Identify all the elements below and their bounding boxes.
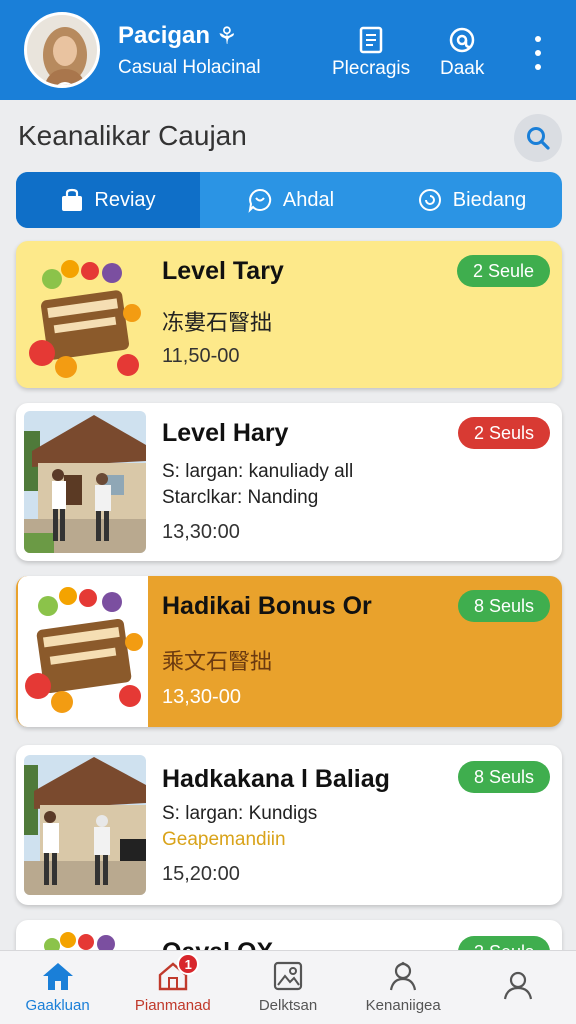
app-header: Pacigan ⚘ Casual Holacinal Plecragis Daa…	[0, 0, 576, 100]
chat-bubble-icon	[248, 188, 272, 213]
village-photo-image	[24, 411, 146, 553]
list-item[interactable]: Level Hary S: largan: kanuliady all Star…	[16, 403, 562, 561]
at-sign-icon	[449, 27, 475, 53]
item-detail: Geapemandiin	[162, 829, 286, 850]
tab-reviay[interactable]: Reviay	[16, 172, 200, 228]
circle-refresh-icon	[418, 189, 441, 211]
tab-label: Biedang	[452, 188, 527, 211]
item-title: Level Tary	[162, 257, 284, 285]
status-badge: 8 Seuls	[457, 761, 550, 793]
header-action-label: Plecragis	[332, 58, 411, 79]
tab-biedang[interactable]: Biedang	[381, 172, 562, 228]
document-list-icon	[359, 26, 383, 54]
header-action-daak[interactable]: Daak	[440, 26, 484, 80]
item-title: Hadikai Bonus Or	[162, 592, 372, 620]
status-badge: 2 Seuls	[457, 417, 550, 449]
picture-frame-icon	[273, 961, 303, 991]
item-subtitle: 冻婁石瞖拙	[162, 310, 273, 335]
header-action-label: Daak	[440, 58, 485, 79]
list-item[interactable]: Hadkakana l Baliag S: largan: Kundigs Ge…	[16, 745, 562, 905]
item-subtitle: S: largan: kanuliady all	[162, 461, 354, 482]
tab-label: Reviay	[94, 188, 156, 211]
status-badge: 2 Seule	[456, 255, 550, 287]
nav-item-kenaniigea[interactable]: Kenaniigea	[346, 951, 461, 1024]
bag-icon	[62, 188, 83, 211]
produce-sign-image	[18, 576, 148, 727]
home-icon	[42, 963, 73, 990]
item-detail: Starclkar: Nanding	[162, 487, 319, 508]
tab-ahdal[interactable]: Ahdal	[200, 172, 381, 228]
produce-sign-image	[24, 249, 146, 388]
item-title: Hadkakana l Baliag	[162, 765, 390, 793]
item-time: 11,50-00	[162, 345, 240, 367]
status-badge: 8 Seuls	[457, 590, 550, 622]
tab-label: Ahdal	[282, 188, 335, 211]
nav-label: Delktsan	[258, 997, 318, 1014]
profile-block: Pacigan ⚘ Casual Holacinal	[118, 22, 308, 79]
people-icon	[390, 961, 417, 991]
nav-item-pianmanad[interactable]: 1 Pianmanad	[115, 951, 230, 1024]
search-button[interactable]	[514, 114, 562, 162]
notification-badge: 1	[177, 953, 200, 975]
nav-label: Kenaniigea	[365, 997, 441, 1014]
search-icon	[527, 127, 550, 150]
item-time: 13,30-00	[162, 686, 241, 708]
profile-name[interactable]: Pacigan ⚘	[118, 22, 308, 51]
item-title: Level Hary	[162, 419, 289, 447]
header-action-plecragis[interactable]: Plecragis	[332, 26, 410, 80]
nav-item-profile[interactable]	[461, 951, 576, 1024]
avatar[interactable]	[24, 12, 100, 88]
village-photo-image	[24, 755, 146, 895]
nav-label: Gaakluan	[25, 997, 90, 1014]
nav-item-delktsan[interactable]: Delktsan	[230, 951, 345, 1024]
page-title: Keanalikar Caujan	[18, 120, 247, 151]
tab-bar: Reviay Ahdal Biedang	[16, 172, 562, 228]
bottom-navigation: Gaakluan 1 Pianmanad Delktsan Kenaniigea	[0, 950, 576, 1024]
list-item[interactable]: Level Tary 冻婁石瞖拙 11,50-00 2 Seule	[16, 241, 562, 388]
profile-subtitle: Casual Holacinal	[118, 56, 261, 78]
list-item[interactable]: Hadikai Bonus Or 乘文石瞖拙 13,30-00 8 Seuls	[16, 576, 562, 727]
item-time: 13,30:00	[162, 521, 240, 543]
item-time: 15,20:00	[162, 863, 240, 885]
item-subtitle: 乘文石瞖拙	[162, 649, 273, 674]
profile-name-text: Pacigan	[118, 22, 211, 49]
item-subtitle: S: largan: Kundigs	[162, 803, 318, 824]
more-menu-icon[interactable]	[526, 36, 550, 70]
nav-item-gaakluan[interactable]: Gaakluan	[0, 951, 115, 1024]
flower-icon: ⚘	[216, 22, 238, 50]
profile-icon	[504, 971, 533, 999]
nav-label: Pianmanad	[134, 997, 211, 1014]
